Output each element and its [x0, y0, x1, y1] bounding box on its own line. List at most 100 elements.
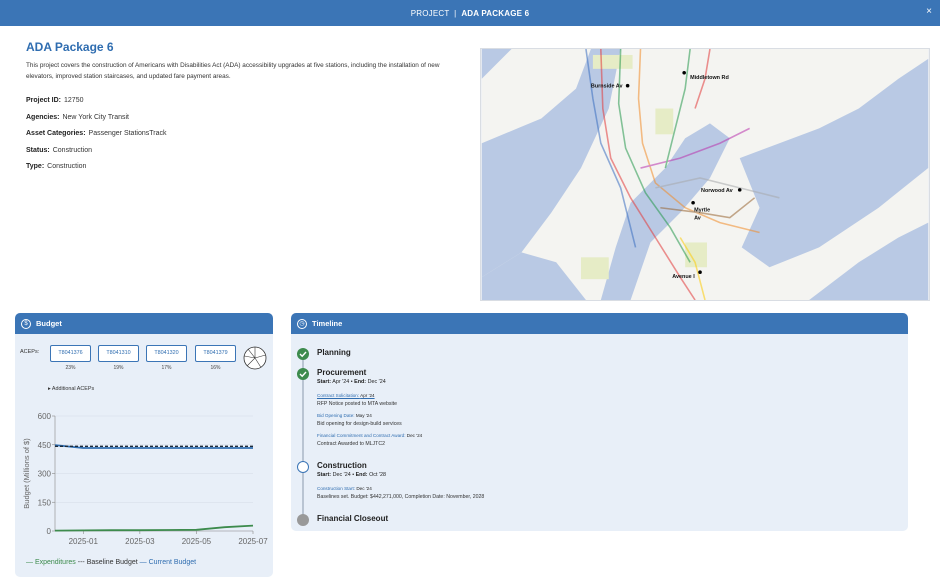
end-date: Oct '28: [369, 472, 386, 478]
phase-dates: Start: Dec '24 • End: Oct '28: [317, 472, 386, 478]
acep-percent: 16%: [210, 365, 221, 371]
date-sep: •: [350, 379, 353, 385]
start-label: Start:: [317, 379, 332, 385]
field-label: Status:: [26, 146, 50, 154]
event-date: Dec '24: [406, 433, 423, 438]
phase-title: Procurement: [317, 368, 367, 377]
x-tick-label: 2025-07: [238, 537, 268, 546]
acep-button[interactable]: T8041379: [195, 345, 236, 362]
header-separator: |: [454, 9, 457, 18]
field-row: Project ID: 12750: [26, 97, 166, 114]
map-park: [580, 257, 609, 280]
station-label-line: Myrtle: [694, 208, 710, 214]
project-map[interactable]: Middletown Rd Burnside Av Norwood Av Myr…: [480, 48, 930, 301]
acep-percent: 19%: [113, 365, 124, 371]
event-desc: Contract Awarded to MLJTC2: [317, 441, 385, 447]
header-prefix: PROJECT: [410, 9, 450, 18]
field-value: 12750: [64, 97, 84, 104]
event-item: Construction Start: Dec '24: [317, 486, 372, 491]
y-tick-label: 150: [38, 498, 52, 507]
event-label: Financial Commitment and Contract Award:: [317, 433, 406, 438]
phase-title: Financial Closeout: [317, 514, 389, 523]
y-tick-label: 300: [38, 470, 52, 479]
station-label: Avenue I: [672, 274, 695, 280]
event-desc: Baselines set. Budget: $442,271,000, Com…: [317, 494, 485, 500]
station-marker[interactable]: [682, 71, 686, 75]
event-desc: RFP Notice posted to MTA website: [317, 401, 397, 407]
legend-current: — Current Budget: [139, 559, 197, 566]
station-marker[interactable]: [737, 188, 742, 192]
budget-panel: $ Budget ACEPs: T8041376 23% T8041310 19…: [15, 313, 273, 577]
field-row: Asset Categories: Passenger StationsTrack: [26, 130, 166, 147]
acep-button[interactable]: T8041320: [146, 345, 187, 362]
check-icon: [297, 348, 309, 360]
end-label: End:: [354, 379, 367, 385]
timeline-panel-header: ◷ Timeline: [291, 313, 908, 334]
station-label: Norwood Av: [701, 188, 733, 194]
budget-panel-header: $ Budget: [15, 313, 273, 334]
event-date: May '24: [355, 413, 372, 418]
event-label: Construction Start:: [317, 486, 356, 491]
event-link[interactable]: Contract Solicitation: Apr '24: [317, 393, 375, 398]
budget-panel-title: Budget: [36, 319, 62, 328]
header-project-name: ADA PACKAGE 6: [461, 9, 530, 18]
additional-aceps-label: Additional ACEPs: [51, 386, 95, 392]
future-phase-marker: [297, 514, 309, 526]
station-label: Burnside Av: [591, 84, 623, 90]
project-description: This project covers the construction of …: [26, 62, 440, 80]
header-title: PROJECT | ADA PACKAGE 6: [0, 9, 940, 18]
y-tick-label: 600: [38, 412, 52, 421]
station-marker[interactable]: [691, 200, 695, 205]
legend-baseline: --- Baseline Budget: [77, 559, 138, 566]
field-row: Agencies: New York City Transit: [26, 114, 166, 131]
check-icon: [297, 368, 309, 380]
event-date: Apr '24: [360, 393, 375, 398]
acep-button[interactable]: T8041376: [50, 345, 91, 362]
field-value: Construction: [52, 146, 93, 154]
phase-title: Construction: [317, 461, 367, 470]
station-label: Middletown Rd: [690, 75, 729, 81]
chart-legend: — Expenditures --- Baseline Budget — Cur…: [26, 559, 196, 566]
acep-button[interactable]: T8041310: [98, 345, 139, 362]
start-date: Dec '24: [332, 472, 351, 478]
close-icon[interactable]: ×: [926, 7, 932, 17]
phase-dates: Start: Apr '24 • End: Dec '24: [317, 379, 386, 385]
station-marker[interactable]: [698, 270, 702, 275]
y-tick-label: 450: [38, 441, 52, 450]
field-value: Passenger StationsTrack: [88, 130, 167, 137]
timeline-panel: ◷ Timeline Planning Procurement Start: A…: [291, 313, 908, 531]
pie-chart-icon[interactable]: [243, 346, 267, 370]
y-tick-label: 0: [47, 527, 52, 536]
field-label: Project ID:: [26, 97, 62, 104]
dollar-icon: $: [21, 318, 31, 329]
station-marker[interactable]: [625, 83, 630, 88]
event-desc: Bid opening for design-build services: [317, 421, 402, 427]
legend-expenditures: — Expenditures: [26, 559, 76, 566]
date-sep: •: [352, 472, 355, 478]
field-value: New York City Transit: [62, 113, 129, 121]
event-label: Bid Opening Date:: [317, 413, 355, 418]
project-fields: Project ID: 12750 Agencies: New York City …: [26, 97, 166, 180]
event-date: Dec '24: [356, 486, 372, 491]
acep-percent: 17%: [161, 365, 172, 371]
start-label: Start:: [317, 472, 332, 478]
series-line-current-budget: [54, 444, 253, 449]
start-date: Apr '24: [332, 379, 350, 385]
map-canvas[interactable]: Middletown Rd Burnside Av Norwood Av Myr…: [481, 49, 929, 300]
event-item: Financial Commitment and Contract Award:…: [317, 433, 422, 438]
acep-percent: 23%: [65, 365, 76, 371]
map-park: [592, 54, 633, 69]
x-tick-label: 2025-03: [125, 537, 155, 546]
y-axis-label: Budget (Millions of $): [22, 438, 31, 509]
end-label: End:: [355, 472, 368, 478]
field-value: Construction: [47, 163, 87, 170]
end-date: Dec '24: [367, 379, 386, 385]
phase-title: Planning: [317, 348, 351, 357]
field-label: Agencies:: [26, 113, 60, 121]
timeline-panel-title: Timeline: [312, 319, 343, 328]
additional-aceps-toggle[interactable]: ▸ Additional ACEPs: [48, 386, 94, 392]
clock-icon: ◷: [297, 318, 307, 329]
station-label-line: Av: [694, 216, 701, 222]
series-line-expenditures: [54, 524, 254, 532]
field-label: Asset Categories:: [26, 130, 86, 137]
